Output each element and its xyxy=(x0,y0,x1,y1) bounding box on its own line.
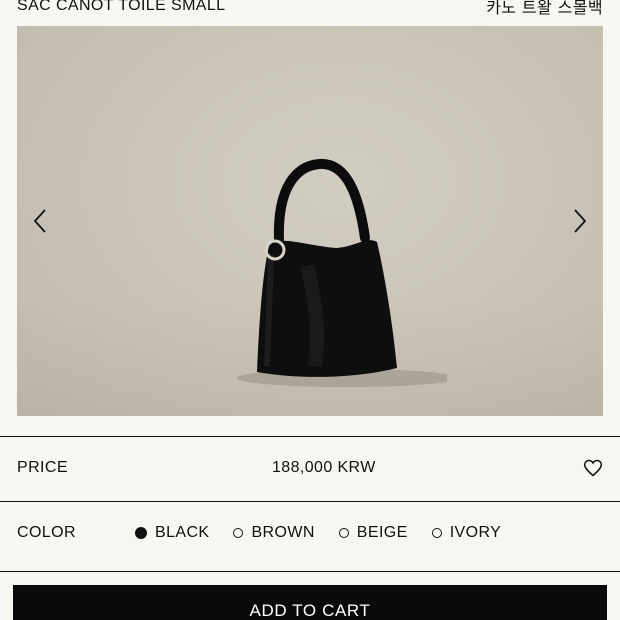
add-to-cart-button[interactable]: ADD TO CART xyxy=(13,585,607,620)
color-option-label: BEIGE xyxy=(356,524,408,541)
heart-icon[interactable] xyxy=(583,458,603,478)
color-label: COLOR xyxy=(17,524,76,541)
gallery-prev-button[interactable] xyxy=(25,206,55,236)
radio-icon xyxy=(338,528,349,538)
product-page: SAC CANOT TOILE SMALL 카노 트왈 스몰백 PRICE 18… xyxy=(0,0,620,620)
color-option-label: BLACK xyxy=(155,524,210,541)
product-image xyxy=(237,158,447,387)
product-title: SAC CANOT TOILE SMALL xyxy=(17,0,226,14)
bag-strap xyxy=(264,253,274,367)
color-option-ivory[interactable]: IVORY xyxy=(431,524,502,542)
color-option-brown[interactable]: BROWN xyxy=(233,524,314,542)
color-option-label: BROWN xyxy=(251,524,315,541)
color-option-label: IVORY xyxy=(449,524,502,541)
bag-handle xyxy=(273,158,370,246)
radio-selected-icon xyxy=(135,527,147,539)
color-options: BLACK BROWN BEIGE IVORY xyxy=(135,524,525,542)
price-label: PRICE xyxy=(17,459,68,476)
bag-buckle-center xyxy=(271,246,279,254)
radio-icon xyxy=(233,528,244,538)
color-option-beige[interactable]: BEIGE xyxy=(338,524,408,542)
color-option-black[interactable]: BLACK xyxy=(135,524,209,542)
bag-body xyxy=(257,240,397,377)
chevron-right-icon xyxy=(574,209,587,233)
color-row: COLOR BLACK BROWN BEIGE IVORY xyxy=(17,515,603,551)
gallery-next-button[interactable] xyxy=(565,206,595,236)
price-value: 188,000 KRW xyxy=(272,459,376,476)
product-title-korean: 카노 트왈 스몰백 xyxy=(486,0,603,17)
divider xyxy=(0,436,620,437)
price-row: PRICE 188,000 KRW xyxy=(17,450,603,486)
divider xyxy=(0,501,620,502)
title-bar: SAC CANOT TOILE SMALL 카노 트왈 스몰백 xyxy=(17,0,603,18)
chevron-left-icon xyxy=(33,209,46,233)
product-image-gallery[interactable] xyxy=(17,26,603,416)
divider xyxy=(0,571,620,572)
radio-icon xyxy=(431,528,442,538)
